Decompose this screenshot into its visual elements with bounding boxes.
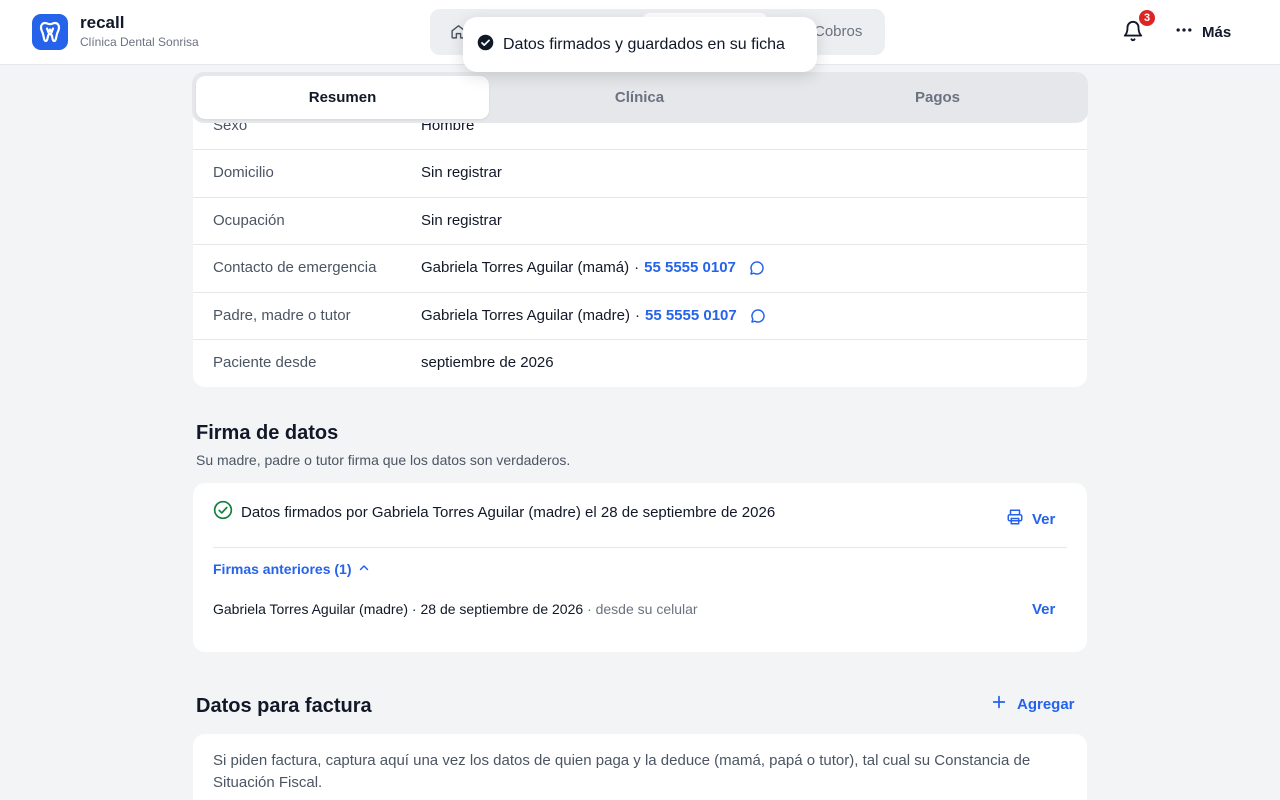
firma-card: Datos firmados por Gabriela Torres Aguil…: [193, 483, 1087, 652]
brand-name: recall: [80, 13, 125, 32]
factura-card: Si piden factura, captura aquí una vez l…: [193, 734, 1087, 800]
message-icon[interactable]: [750, 308, 766, 324]
signed-text: Datos firmados por Gabriela Torres Aguil…: [241, 503, 776, 521]
separator-dot: ·: [634, 307, 640, 324]
message-icon[interactable]: [749, 260, 765, 276]
phone-link[interactable]: 55 5555 0107: [644, 259, 736, 276]
more-dots-icon: [1174, 20, 1194, 45]
add-billing-data-button[interactable]: Agregar: [991, 694, 1075, 714]
guardian-name: Gabriela Torres Aguilar (madre): [421, 307, 630, 324]
tab-resumen[interactable]: Resumen: [196, 76, 489, 119]
add-label: Agregar: [1017, 695, 1075, 713]
view-signature-button[interactable]: Ver: [1006, 508, 1055, 530]
brand-block: recall Clínica Dental Sonrisa: [80, 13, 199, 50]
info-row-value: Sin registrar: [421, 212, 502, 229]
info-row-emergency-contact: Contacto de emergencia Gabriela Torres A…: [193, 244, 1087, 291]
contact-name: Gabriela Torres Aguilar (mamá): [421, 259, 630, 276]
firma-section-subtitle: Su madre, padre o tutor firma que los da…: [196, 452, 571, 468]
tab-pagos[interactable]: Pagos: [791, 76, 1084, 119]
info-row-patient-since: Paciente desde septiembre de 2026: [193, 339, 1087, 386]
info-row-domicilio: Domicilio Sin registrar: [193, 149, 1087, 196]
check-circle-icon: [477, 34, 494, 56]
more-menu-button[interactable]: Más: [1174, 20, 1231, 45]
plus-icon: [991, 694, 1007, 714]
info-row-value: Gabriela Torres Aguilar (mamá) · 55 5555…: [421, 259, 765, 276]
previous-signature-row: Gabriela Torres Aguilar (madre) · 28 de …: [213, 601, 698, 617]
success-toast: Datos firmados y guardados en su ficha: [463, 17, 817, 72]
info-row-value: Sin registrar: [421, 164, 502, 181]
phone-link[interactable]: 55 5555 0107: [645, 307, 737, 324]
patient-info-card: Sexo Hombre Domicilio Sin registrar Ocup…: [193, 102, 1087, 387]
more-label: Más: [1202, 24, 1232, 41]
divider: [213, 547, 1067, 548]
notification-count-badge: 3: [1137, 8, 1157, 28]
info-row-ocupacion: Ocupación Sin registrar: [193, 197, 1087, 244]
info-row-label: Padre, madre o tutor: [213, 307, 351, 324]
chevron-up-icon: [358, 561, 370, 577]
info-row-label: Domicilio: [213, 164, 274, 181]
info-row-value: septiembre de 2026: [421, 354, 554, 371]
view-label: Ver: [1032, 510, 1056, 528]
info-row-guardian: Padre, madre o tutor Gabriela Torres Agu…: [193, 292, 1087, 339]
signed-status: Datos firmados por Gabriela Torres Aguil…: [213, 500, 775, 524]
previous-signature-who-when: Gabriela Torres Aguilar (madre) · 28 de …: [213, 601, 584, 617]
toast-message: Datos firmados y guardados en su ficha: [503, 35, 785, 53]
separator-dot: ·: [634, 259, 640, 276]
previous-signature-via: · desde su celular: [587, 601, 698, 617]
info-row-label: Ocupación: [213, 212, 285, 229]
printer-icon: [1006, 508, 1024, 530]
check-circle-icon: [213, 500, 233, 524]
tooth-logo-icon[interactable]: [32, 14, 68, 50]
info-row-label: Contacto de emergencia: [213, 259, 377, 276]
clinic-name: Clínica Dental Sonrisa: [80, 35, 199, 49]
view-previous-signature-button[interactable]: Ver: [1032, 601, 1055, 618]
info-row-value: Gabriela Torres Aguilar (madre) · 55 555…: [421, 307, 766, 324]
patient-tabs: Resumen Clínica Pagos: [192, 72, 1088, 123]
factura-section-title: Datos para factura: [196, 695, 372, 717]
previous-signatures-toggle[interactable]: Firmas anteriores (1): [213, 561, 370, 577]
topnav-tab-cobros[interactable]: Cobros: [814, 23, 862, 40]
factura-description: Si piden factura, captura aquí una vez l…: [213, 752, 1031, 791]
tab-clinica[interactable]: Clínica: [493, 76, 786, 119]
info-row-label: Paciente desde: [213, 354, 317, 371]
previous-signatures-label: Firmas anteriores (1): [213, 561, 352, 577]
firma-section-title: Firma de datos: [196, 422, 339, 444]
